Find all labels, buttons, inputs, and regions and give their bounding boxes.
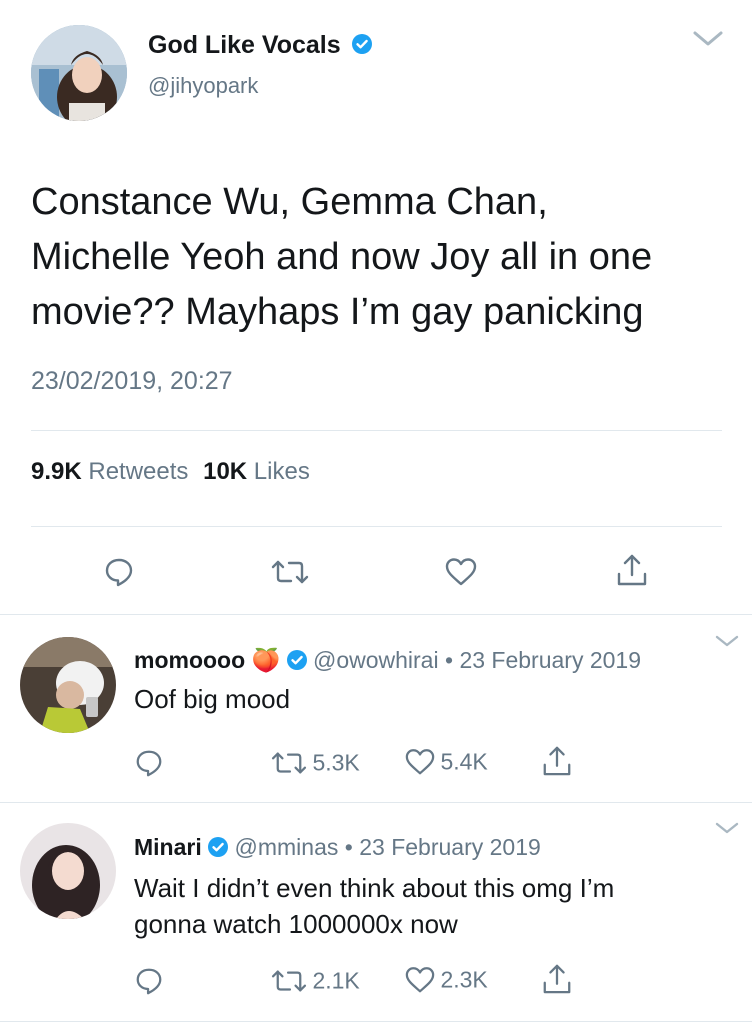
reply-avatar[interactable] bbox=[20, 637, 116, 733]
author-handle[interactable]: @jihyopark bbox=[148, 72, 258, 100]
retweet-count: 2.1K bbox=[312, 967, 360, 994]
tweet-text-line: movie?? Mayhaps I’m gay panicking bbox=[31, 291, 644, 333]
reply-text-line: gonna watch 1000000x now bbox=[134, 909, 458, 939]
like-icon bbox=[404, 965, 436, 995]
reply-date: 23 February 2019 bbox=[359, 834, 541, 860]
author-avatar[interactable] bbox=[31, 25, 127, 121]
reply-handle[interactable]: @owowhirai bbox=[313, 647, 439, 673]
divider bbox=[31, 430, 722, 431]
share-icon[interactable] bbox=[541, 744, 573, 778]
tweet-text-line: Constance Wu, Gemma Chan, bbox=[31, 181, 548, 223]
likes-stat[interactable]: 10K Likes bbox=[203, 458, 310, 485]
reply-header: Minari @mminas • 23 February 2019 bbox=[134, 832, 541, 862]
retweet-action[interactable]: 2.1K bbox=[270, 966, 360, 996]
retweet-count: 5.3K bbox=[312, 749, 360, 776]
like-count: 5.4K bbox=[440, 748, 488, 775]
retweet-action[interactable]: 5.3K bbox=[270, 748, 360, 778]
reply-display-name[interactable]: momoooo bbox=[134, 647, 245, 673]
share-icon[interactable] bbox=[541, 962, 573, 996]
retweet-icon[interactable] bbox=[270, 556, 310, 588]
like-icon[interactable] bbox=[444, 556, 478, 588]
verified-badge-icon bbox=[351, 34, 372, 55]
tweet-timestamp: 23/02/2019, 20:27 bbox=[31, 367, 233, 395]
likes-count: 10K bbox=[203, 458, 248, 485]
chevron-down-icon[interactable] bbox=[713, 819, 741, 837]
reply-text-line: Oof big mood bbox=[134, 684, 291, 714]
like-icon bbox=[404, 747, 436, 777]
like-count: 2.3K bbox=[440, 966, 488, 993]
reply-icon[interactable] bbox=[134, 748, 164, 778]
retweet-icon bbox=[270, 966, 308, 996]
retweets-stat[interactable]: 9.9K Retweets bbox=[31, 458, 195, 485]
divider bbox=[0, 802, 752, 803]
chevron-down-icon[interactable] bbox=[713, 632, 741, 650]
reply-display-name[interactable]: Minari bbox=[134, 834, 202, 860]
retweets-label: Retweets bbox=[88, 458, 189, 485]
likes-label: Likes bbox=[253, 458, 310, 485]
verified-badge-icon bbox=[286, 649, 307, 670]
tweet-text: Constance Wu, Gemma Chan, Michelle Yeoh … bbox=[31, 175, 731, 340]
share-icon[interactable] bbox=[615, 552, 649, 588]
author-name-row: God Like Vocals bbox=[148, 28, 372, 62]
chevron-down-icon[interactable] bbox=[691, 28, 725, 50]
verified-badge-icon bbox=[208, 836, 229, 857]
like-action[interactable]: 2.3K bbox=[404, 965, 488, 995]
divider bbox=[0, 1021, 752, 1022]
reply-header: momoooo 🍑 @owowhirai • 23 February 2019 bbox=[134, 645, 641, 676]
reply-icon[interactable] bbox=[134, 966, 164, 996]
tweet-text-line: Michelle Yeoh and now Joy all in one bbox=[31, 236, 653, 278]
tweet-stats: 9.9K Retweets 10K Likes bbox=[31, 456, 310, 488]
separator-dot: • bbox=[344, 834, 353, 860]
retweets-count: 9.9K bbox=[31, 458, 82, 485]
author-display-name[interactable]: God Like Vocals bbox=[148, 31, 341, 59]
reply-text-line: Wait I didn’t even think about this omg … bbox=[134, 873, 615, 903]
reply-text: Oof big mood bbox=[134, 683, 290, 715]
reply-avatar[interactable] bbox=[20, 823, 116, 919]
divider bbox=[31, 526, 722, 527]
reply-text: Wait I didn’t even think about this omg … bbox=[134, 870, 734, 942]
reply-handle[interactable]: @mminas bbox=[235, 834, 339, 860]
divider bbox=[0, 614, 752, 615]
peach-emoji: 🍑 bbox=[251, 648, 281, 674]
retweet-icon bbox=[270, 748, 308, 778]
like-action[interactable]: 5.4K bbox=[404, 747, 488, 777]
reply-icon[interactable] bbox=[103, 556, 135, 588]
reply-date: 23 February 2019 bbox=[459, 647, 642, 673]
separator-dot: • bbox=[444, 647, 454, 673]
